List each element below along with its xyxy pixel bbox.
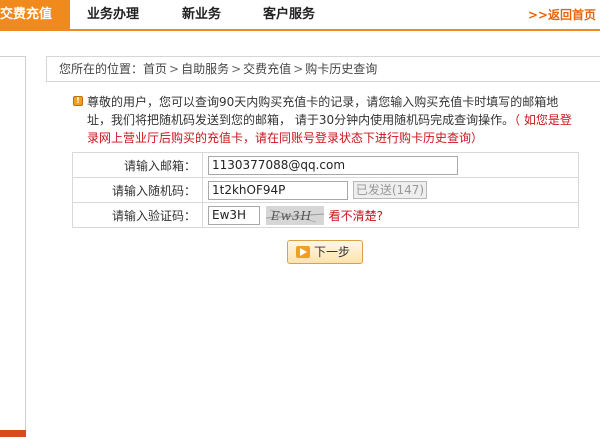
nav-tab-customer-service[interactable]: 客户服务 — [263, 0, 315, 29]
form-row-email: 请输入邮箱： — [72, 152, 579, 178]
nav-tab-new-business[interactable]: 新业务 — [182, 0, 221, 29]
query-form: 请输入邮箱： 请输入随机码： 已发送(147) 请输入验证码： Ew3H 看不清… — [72, 152, 579, 228]
notice-body: 尊敬的用户，您可以查询90天内购买充值卡的记录，请您输入购买充值卡时填写的邮箱地… — [87, 95, 559, 127]
email-label: 请输入邮箱： — [72, 152, 203, 178]
captcha-image[interactable]: Ew3H — [265, 205, 324, 225]
captcha-input[interactable] — [208, 205, 260, 225]
breadcrumb-payment[interactable]: 交费充值 — [243, 62, 291, 76]
breadcrumb-separator: > — [293, 62, 304, 76]
form-row-captcha: 请输入验证码： Ew3H 看不清楚? — [72, 202, 579, 228]
breadcrumb-prefix: 您所在的位置： — [59, 62, 144, 76]
sidebar-bottom-bar — [0, 430, 26, 437]
captcha-image-text: Ew3H — [270, 209, 312, 223]
form-row-random: 请输入随机码： 已发送(147) — [72, 177, 579, 203]
next-step-label: 下一步 — [314, 245, 351, 259]
back-home-link[interactable]: >>返回首页 — [528, 0, 596, 29]
breadcrumb-separator: > — [231, 62, 242, 76]
arrow-right-icon — [296, 246, 310, 258]
refresh-captcha-link[interactable]: 看不清楚? — [329, 209, 383, 223]
breadcrumb-home[interactable]: 首页 — [143, 62, 167, 76]
next-step-button[interactable]: 下一步 — [287, 240, 363, 264]
breadcrumb: 您所在的位置：首页 > 自助服务 > 交费充值 > 购卡历史查询 — [46, 56, 600, 82]
random-code-input[interactable] — [208, 180, 348, 200]
notice-text: 尊敬的用户，您可以查询90天内购买充值卡的记录，请您输入购买充值卡时填写的邮箱地… — [87, 93, 582, 147]
random-code-cell: 已发送(147) — [202, 177, 579, 203]
nav-tab-business[interactable]: 业务办理 — [87, 0, 139, 29]
breadcrumb-self-service[interactable]: 自助服务 — [181, 62, 229, 76]
left-sidebar — [0, 56, 26, 437]
email-cell — [202, 152, 579, 178]
sent-countdown-button[interactable]: 已发送(147) — [352, 181, 428, 199]
breadcrumb-separator: > — [169, 62, 180, 76]
captcha-label: 请输入验证码： — [72, 202, 203, 228]
random-code-label: 请输入随机码： — [72, 177, 203, 203]
breadcrumb-current: 购卡历史查询 — [305, 62, 378, 76]
captcha-cell: Ew3H 看不清楚? — [202, 202, 579, 228]
nav-tab-payment[interactable]: 交费充值 — [0, 0, 70, 29]
top-navigation: 交费充值 业务办理 新业务 客户服务 >>返回首页 — [0, 0, 600, 31]
email-input[interactable] — [208, 155, 458, 175]
info-icon: ! — [73, 96, 83, 106]
